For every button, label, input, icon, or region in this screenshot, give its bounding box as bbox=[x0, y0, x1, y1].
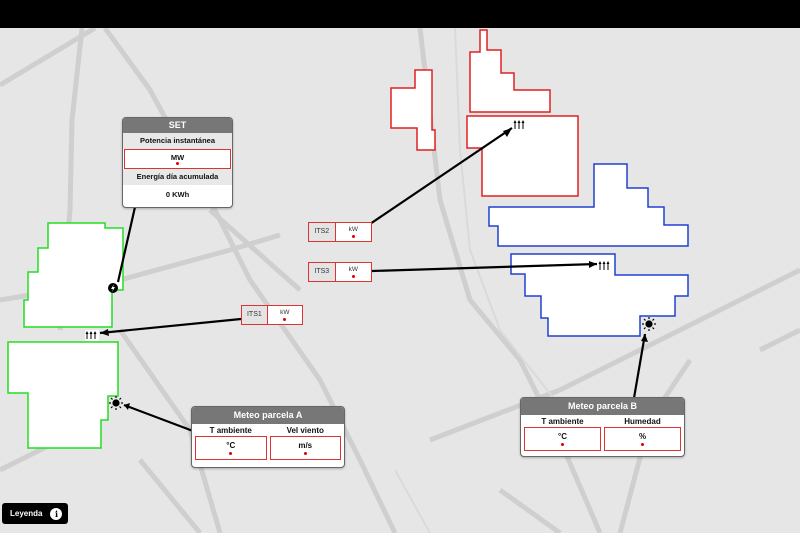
info-icon[interactable]: i bbox=[50, 507, 63, 520]
lightning-icon[interactable] bbox=[108, 283, 118, 293]
set-panel-title: SET bbox=[123, 118, 232, 133]
top-bar bbox=[0, 0, 800, 28]
alert-dot bbox=[176, 162, 179, 165]
alert-dot bbox=[351, 235, 355, 238]
meteo-a-panel[interactable]: Meteo parcela A T ambiente °C Vel viento… bbox=[191, 406, 345, 468]
its3-unit: kW bbox=[348, 266, 358, 273]
its1-box[interactable]: ITS1 kW bbox=[241, 305, 303, 325]
alert-dot bbox=[641, 443, 644, 446]
legend-button[interactable]: Leyenda i bbox=[2, 503, 68, 524]
meteo-b-temp-label: T ambiente bbox=[541, 417, 584, 426]
inverter-icon[interactable] bbox=[513, 118, 527, 131]
meteo-a-temp-unit: °C bbox=[226, 441, 236, 450]
meteo-a-temp-field[interactable]: °C bbox=[195, 436, 267, 460]
set-panel[interactable]: SET Potencia instantánea MW Energía día … bbox=[122, 117, 233, 208]
meteo-b-temp-field[interactable]: °C bbox=[524, 427, 601, 451]
power-value-field[interactable]: MW bbox=[124, 149, 231, 169]
meteo-a-wind-field[interactable]: m/s bbox=[269, 436, 341, 460]
alert-dot bbox=[561, 443, 564, 446]
energy-value: 0 KWh bbox=[165, 190, 190, 199]
meteo-b-title: Meteo parcela B bbox=[521, 398, 684, 415]
parcel-green-south[interactable] bbox=[7, 341, 119, 449]
power-label: Potencia instantánea bbox=[123, 133, 232, 149]
map-area[interactable] bbox=[0, 28, 800, 533]
its2-value[interactable]: kW bbox=[336, 223, 371, 241]
alert-dot bbox=[283, 318, 287, 321]
alert-dot bbox=[351, 275, 355, 278]
meteo-b-temp-unit: °C bbox=[558, 432, 567, 441]
meteo-a-title: Meteo parcela A bbox=[192, 407, 344, 424]
alert-dot bbox=[303, 452, 307, 455]
legend-label: Leyenda bbox=[10, 509, 43, 518]
parcel-red-1[interactable] bbox=[469, 29, 551, 113]
map-canvas[interactable] bbox=[0, 28, 800, 533]
meteo-a-wind-unit: m/s bbox=[298, 441, 313, 450]
alert-dot bbox=[229, 452, 233, 455]
meteo-b-humidity-field[interactable]: % bbox=[604, 427, 681, 451]
meteo-b-panel[interactable]: Meteo parcela B T ambiente °C Humedad % bbox=[520, 397, 685, 457]
its2-unit: kW bbox=[348, 226, 358, 233]
meteo-b-humidity-label: Humedad bbox=[624, 417, 661, 426]
its3-box[interactable]: ITS3 kW bbox=[308, 262, 372, 282]
energy-label: Energía día acumulada bbox=[123, 169, 232, 185]
its1-name: ITS1 bbox=[242, 306, 268, 324]
inverter-icon[interactable] bbox=[85, 330, 99, 341]
its1-value[interactable]: kW bbox=[268, 306, 302, 324]
parcel-red-2[interactable] bbox=[390, 69, 436, 151]
its3-name: ITS3 bbox=[309, 263, 336, 281]
sun-icon[interactable] bbox=[642, 317, 656, 331]
meteo-a-wind-label: Vel viento bbox=[286, 426, 324, 435]
sun-icon[interactable] bbox=[109, 396, 123, 410]
meteo-a-temp-label: T ambiente bbox=[209, 426, 252, 435]
meteo-b-humidity-unit: % bbox=[638, 432, 647, 441]
its2-name: ITS2 bbox=[309, 223, 336, 241]
its1-unit: kW bbox=[280, 309, 290, 316]
inverter-icon[interactable] bbox=[598, 259, 612, 272]
its2-box[interactable]: ITS2 kW bbox=[308, 222, 372, 242]
its3-value[interactable]: kW bbox=[336, 263, 371, 281]
parcel-green-north[interactable] bbox=[23, 222, 124, 328]
power-unit: MW bbox=[170, 153, 185, 162]
